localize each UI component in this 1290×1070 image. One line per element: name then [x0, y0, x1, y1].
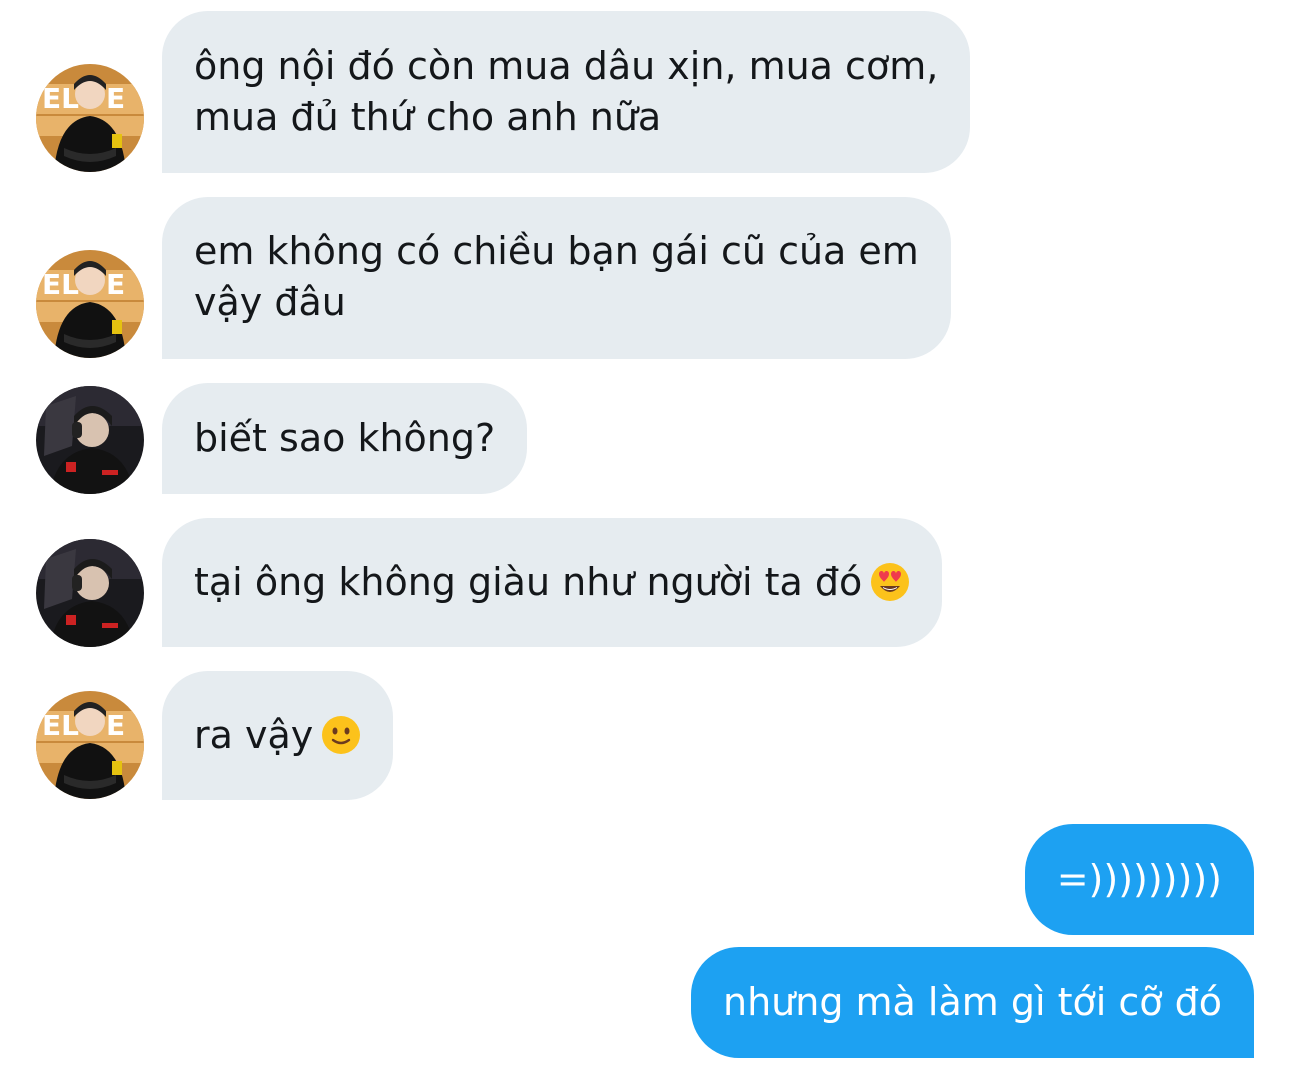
message-text: biết sao không?	[194, 416, 496, 460]
message-bubble-outgoing[interactable]: =)))))))))	[1024, 824, 1254, 935]
avatar[interactable]	[36, 64, 144, 172]
message-bubble-outgoing[interactable]: nhưng mà làm gì tới cỡ đó	[691, 947, 1254, 1058]
message-text-line: em không có chiều bạn gái cũ của em	[194, 229, 919, 273]
message-bubble-incoming[interactable]: biết sao không?	[162, 383, 528, 494]
avatar[interactable]	[36, 250, 144, 358]
message-text: =)))))))))	[1056, 857, 1222, 901]
message-bubble-incoming[interactable]: em không có chiều bạn gái cũ của em vậy …	[162, 197, 951, 359]
heart-eyes-emoji-icon	[870, 562, 910, 602]
message-text-line: vậy đâu	[194, 280, 346, 324]
conversation: ông nội đó còn mua dâu xịn, mua cơm, mua…	[0, 0, 1290, 1070]
message-bubble-incoming[interactable]: tại ông không giàu như người ta đó	[162, 518, 943, 647]
message-text-line: ông nội đó còn mua dâu xịn, mua cơm,	[194, 44, 939, 88]
message-bubble-incoming[interactable]: ông nội đó còn mua dâu xịn, mua cơm, mua…	[162, 11, 971, 173]
slight-smile-emoji-icon	[321, 715, 361, 755]
avatar[interactable]	[36, 539, 144, 647]
message-text: tại ông không giàu như người ta đó	[194, 560, 863, 604]
avatar[interactable]	[36, 691, 144, 799]
avatar[interactable]	[36, 386, 144, 494]
message-text: nhưng mà làm gì tới cỡ đó	[723, 980, 1222, 1024]
message-bubble-incoming[interactable]: ra vậy	[162, 671, 394, 800]
message-text: ra vậy	[194, 713, 314, 757]
message-text-line: mua đủ thứ cho anh nữa	[194, 95, 662, 139]
